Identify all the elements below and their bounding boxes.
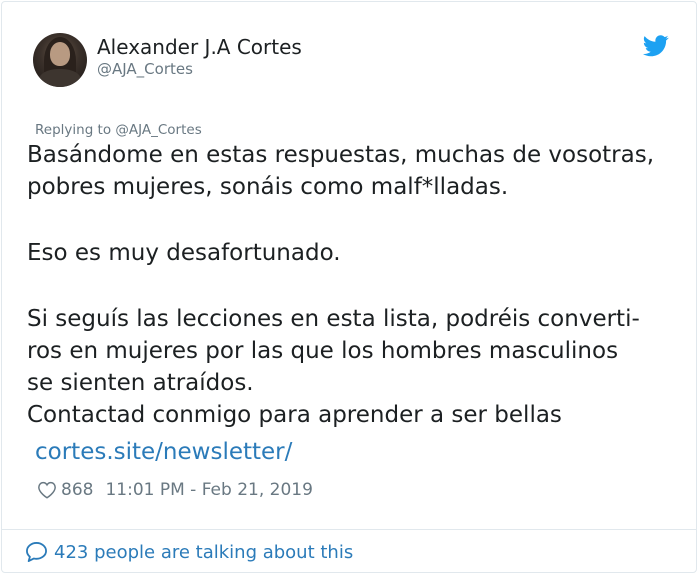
speech-bubble-icon <box>26 542 47 562</box>
tweet-meta: 868 11:01 PM - Feb 21, 2019 <box>37 480 313 500</box>
conversation-link[interactable]: 423 people are talking about this <box>25 541 353 563</box>
timestamp[interactable]: 11:01 PM - Feb 21, 2019 <box>105 480 312 500</box>
conversation-label: 423 people are talking about this <box>54 541 354 563</box>
tweet-text: Basándome en estas respuestas, muchas de… <box>27 139 697 431</box>
like-count[interactable]: 868 <box>61 480 93 500</box>
replying-to[interactable]: Replying to @AJA_Cortes <box>35 122 202 138</box>
tweet-line: se sienten atraídos. <box>27 370 254 396</box>
divider <box>2 529 696 530</box>
tweet-line: Basándome en estas respuestas, muchas de… <box>27 142 655 168</box>
twitter-bird-icon[interactable] <box>643 35 669 57</box>
author-handle[interactable]: @AJA_Cortes <box>97 60 193 78</box>
author-display-name[interactable]: Alexander J.A Cortes <box>97 35 302 59</box>
tweet-line: ros en mujeres por las que los hombres m… <box>27 338 619 364</box>
avatar[interactable] <box>33 33 87 87</box>
heart-icon[interactable] <box>37 481 57 499</box>
tweet-line: Eso es muy desafortunado. <box>27 240 341 266</box>
tweet-line: pobres mujeres, sonáis como malf*lladas. <box>27 174 509 200</box>
tweet-card: Alexander J.A Cortes @AJA_Cortes Replyin… <box>1 1 697 573</box>
tweet-line: Contactad conmigo para aprender a ser be… <box>27 402 562 428</box>
tweet-line: Si seguís las lecciones en esta lista, p… <box>27 306 640 332</box>
newsletter-link[interactable]: cortes.site/newsletter/ <box>35 439 292 465</box>
